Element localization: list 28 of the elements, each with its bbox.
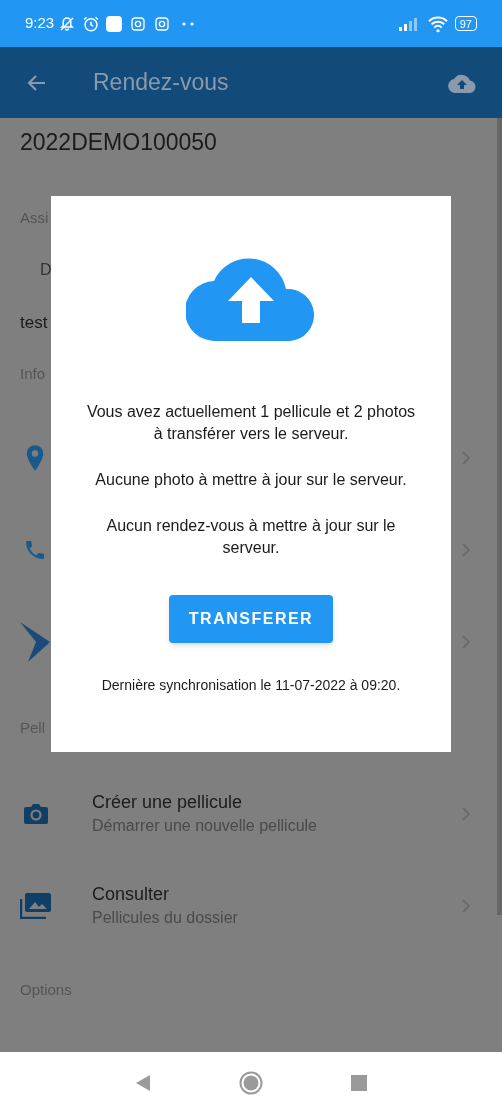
more-icon xyxy=(182,21,195,26)
camera-icon xyxy=(23,802,49,826)
last-sync-text: Dernière synchronisation le 11-07-2022 à 09:20. xyxy=(101,676,401,695)
item-title: Consulter xyxy=(92,883,171,906)
arrow-logo-icon xyxy=(20,622,50,662)
dialog-message: Aucun rendez-vous à mettre à jour sur le serveur. xyxy=(105,516,397,558)
item-title: Créer une pellicule xyxy=(92,791,244,814)
mute-icon xyxy=(58,14,77,33)
screen-title: Rendez-vous xyxy=(93,68,229,98)
wifi-icon xyxy=(426,14,449,33)
battery-indicator: 97 xyxy=(454,16,477,31)
back-triangle-icon[interactable] xyxy=(135,1074,151,1092)
cloud-upload-icon xyxy=(186,255,316,341)
location-pin-icon xyxy=(24,444,46,472)
home-circle-icon[interactable] xyxy=(239,1071,263,1095)
transfer-button[interactable]: TRANSFERER xyxy=(169,595,333,643)
alarm-icon xyxy=(82,14,101,33)
dialog-message: Vous avez actuellement 1 pellicule et 2 photos à transférer vers le serveur. xyxy=(85,402,417,444)
field-value: test xyxy=(19,312,49,335)
photo-library-icon xyxy=(20,893,52,919)
app-icon xyxy=(106,15,123,32)
record-id: 2022DEMO100050 xyxy=(19,127,218,157)
phone-icon xyxy=(23,538,47,562)
status-time: 9:23 xyxy=(25,13,55,34)
camera-app-icon xyxy=(130,15,147,32)
field-label: D xyxy=(39,260,53,280)
dialog-message: Aucune photo à mettre à jour sur le serveur. xyxy=(94,470,408,490)
camera-app-icon xyxy=(154,15,171,32)
